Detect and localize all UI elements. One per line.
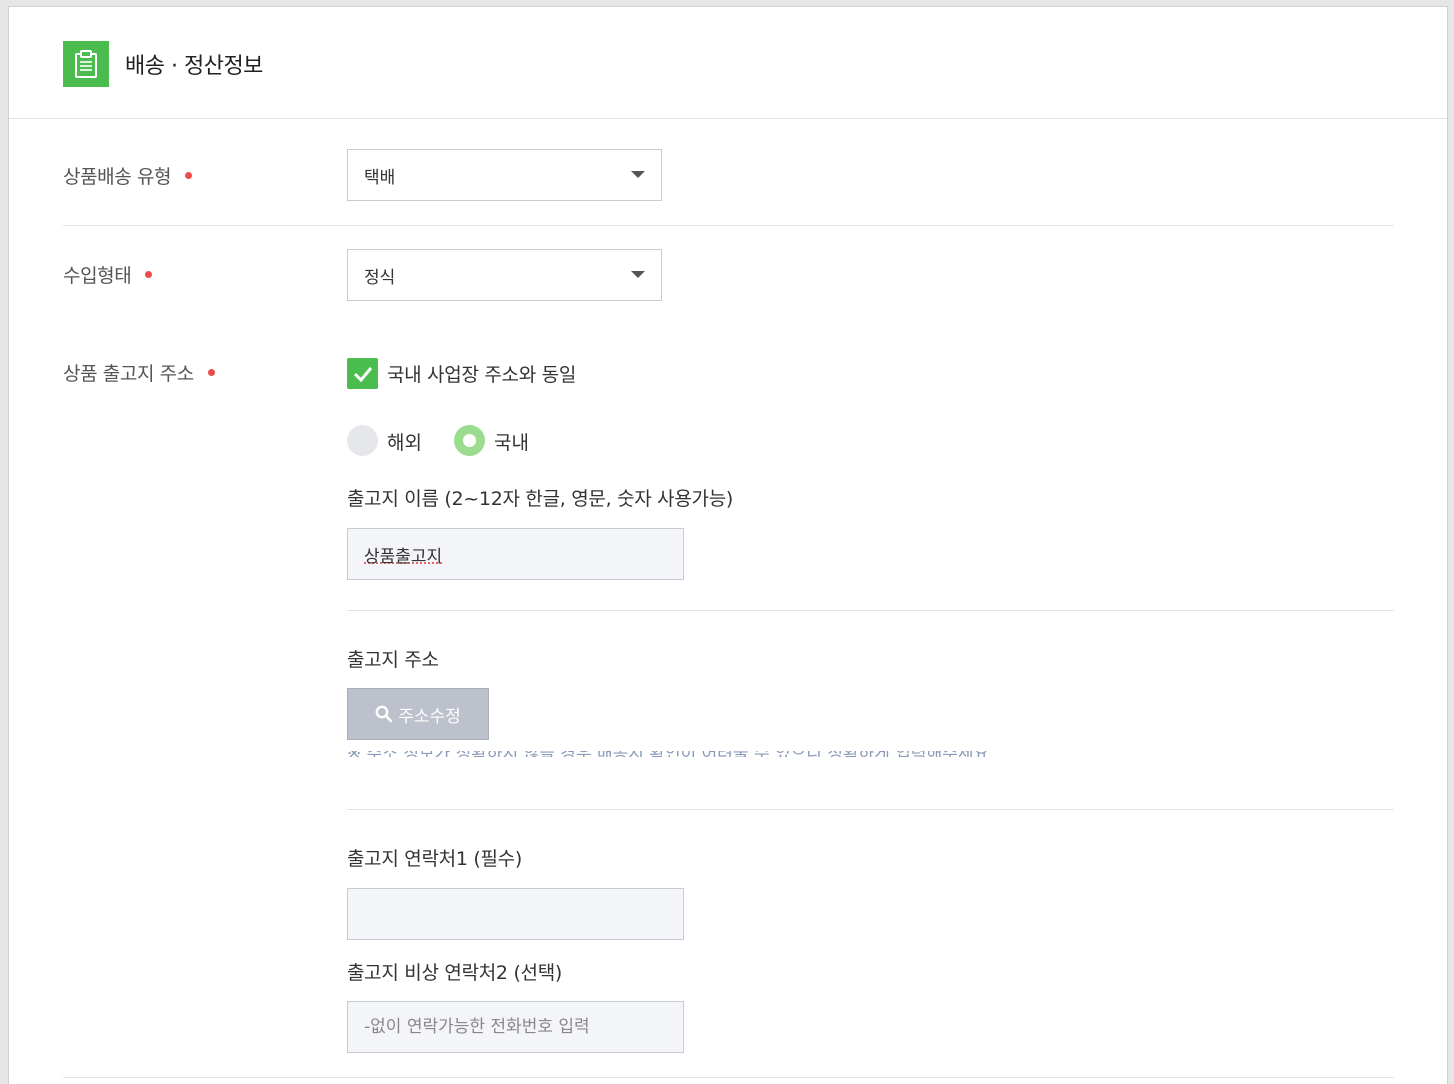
search-icon	[375, 705, 393, 723]
section-title: 배송 · 정산정보	[125, 54, 263, 79]
caret-down-icon	[631, 271, 645, 278]
clipboard-icon	[63, 41, 109, 87]
settlement-panel: 배송 · 정산정보 상품배송 유형 택배 수입형태 정식 상품 출고지 주소 국…	[8, 6, 1448, 1084]
caret-down-icon	[631, 171, 645, 178]
section-header: 배송 · 정산정보	[9, 7, 1447, 119]
same-as-business-label[interactable]: 국내 사업장 주소와 동일	[387, 360, 576, 387]
edit-address-button[interactable]: 주소수정	[347, 688, 489, 740]
row-divider	[63, 225, 1394, 226]
address-hint-text: ※ 주소 정보가 정확하지 않을 경우 배송지 확인이 어려울 수 있으니 정확…	[347, 751, 1047, 757]
shipping-name-input[interactable]	[347, 528, 684, 580]
required-dot-icon	[145, 271, 153, 278]
checkmark-icon	[353, 366, 372, 382]
shipping-address-label-text: 상품 출고지 주소	[63, 363, 194, 385]
import-type-select[interactable]: 정식	[347, 249, 662, 301]
address-divider	[347, 610, 1394, 611]
contact2-label: 출고지 비상 연락처2 (선택)	[347, 962, 563, 984]
shipping-address-field-label: 출고지 주소	[347, 649, 439, 671]
delivery-type-label-text: 상품배송 유형	[63, 166, 172, 188]
contact-divider	[347, 809, 1394, 810]
radio-overseas-label[interactable]: 해외	[387, 428, 422, 455]
same-as-business-checkbox[interactable]	[347, 358, 378, 389]
import-type-value: 정식	[364, 267, 396, 288]
import-type-label-text: 수입형태	[63, 265, 132, 287]
shipping-name-label: 출고지 이름 (2~12자 한글, 영문, 숫자 사용가능)	[347, 488, 734, 510]
contact2-input[interactable]	[347, 1001, 684, 1053]
radio-domestic[interactable]	[454, 425, 485, 456]
radio-selected-dot	[463, 434, 476, 447]
required-dot-icon	[185, 172, 193, 179]
import-type-label: 수입형태	[63, 261, 153, 288]
delivery-type-value: 택배	[364, 167, 396, 188]
radio-domestic-label[interactable]: 국내	[494, 428, 529, 455]
required-dot-icon	[207, 369, 215, 376]
contact1-label: 출고지 연락처1 (필수)	[347, 848, 522, 870]
shipping-address-label: 상품 출고지 주소	[63, 359, 215, 386]
delivery-type-label: 상품배송 유형	[63, 162, 193, 189]
delivery-type-select[interactable]: 택배	[347, 149, 662, 201]
radio-overseas[interactable]	[347, 425, 378, 456]
contact1-input[interactable]	[347, 888, 684, 940]
row-divider	[63, 1077, 1394, 1078]
edit-address-label: 주소수정	[398, 706, 461, 727]
